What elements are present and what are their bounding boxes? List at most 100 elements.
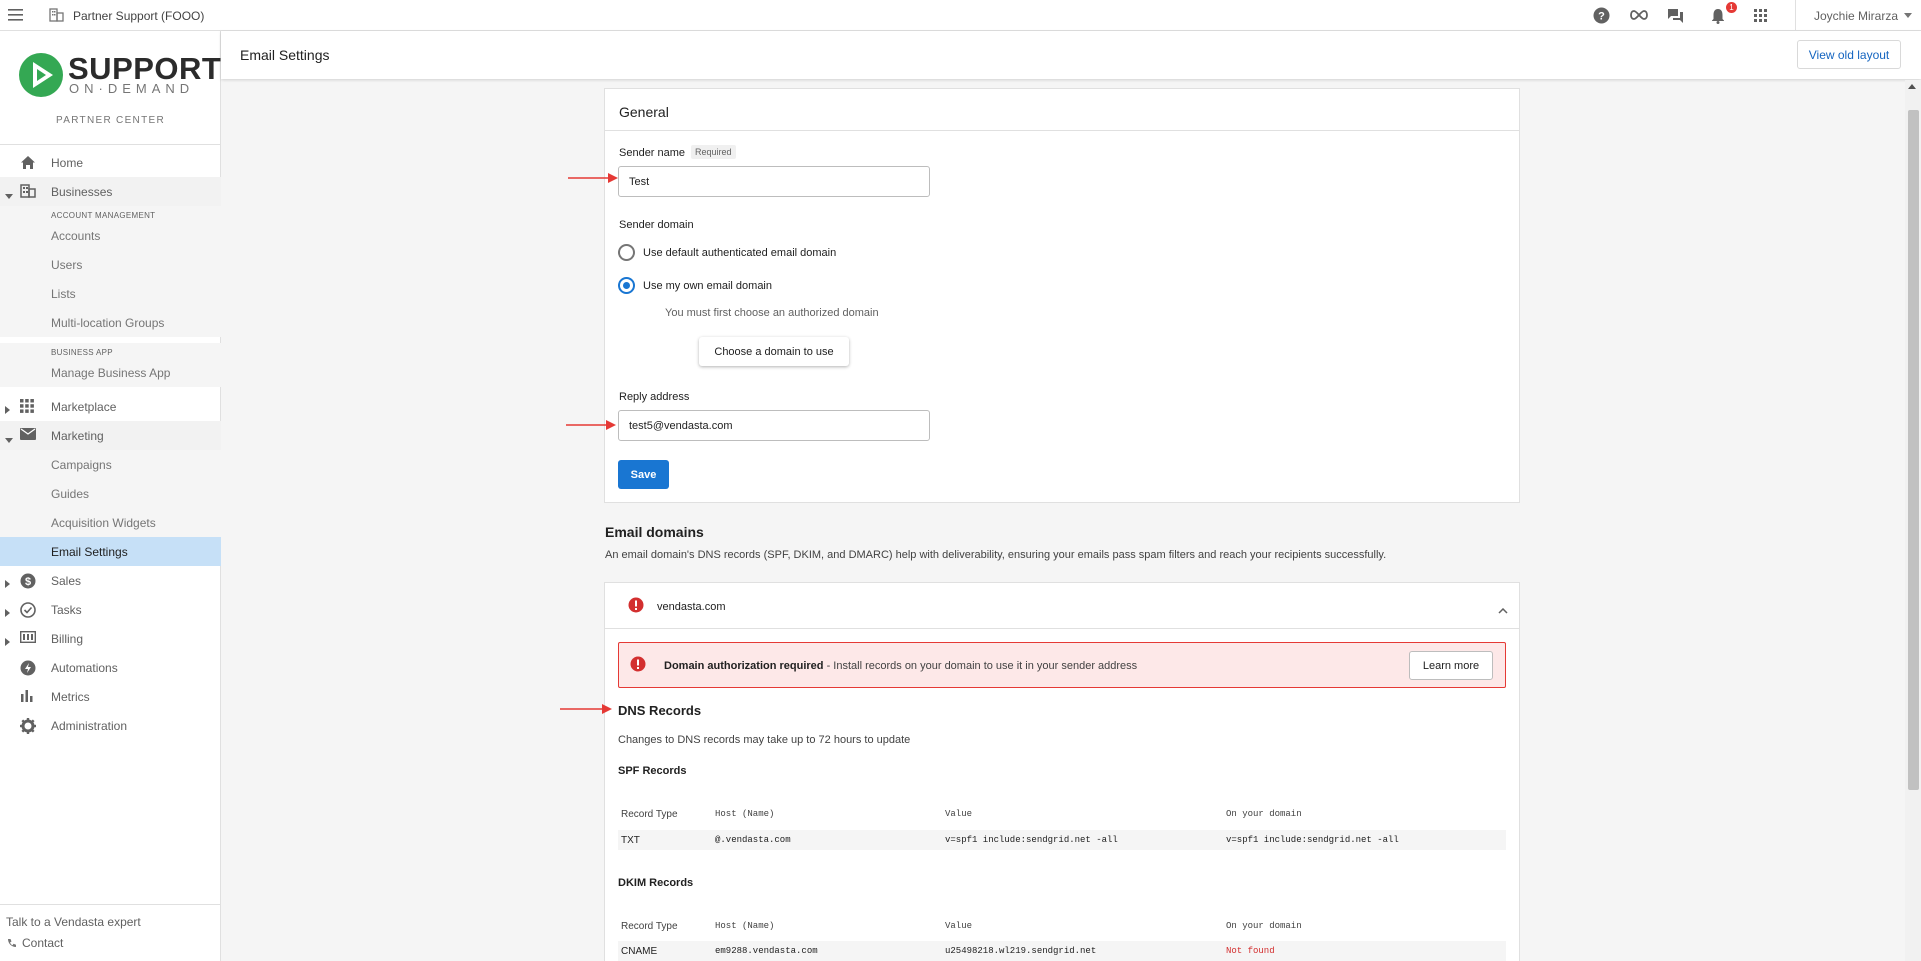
general-title: General: [619, 104, 669, 120]
sidebar-item-label: Businesses: [51, 184, 113, 199]
caret-right-icon: [5, 577, 10, 591]
chevron-down-icon[interactable]: [1904, 13, 1912, 18]
svg-text:?: ?: [1598, 11, 1605, 23]
dns-records-note: Changes to DNS records may take up to 72…: [618, 734, 911, 746]
sidebar-item-accounts[interactable]: Accounts: [0, 221, 221, 250]
domain-row-divider: [605, 628, 1519, 629]
sender-name-label: Sender name: [619, 147, 686, 159]
sidebar-item-guides[interactable]: Guides: [0, 479, 221, 508]
choose-domain-button[interactable]: Choose a domain to use: [699, 337, 849, 366]
sidebar-item-email-settings[interactable]: Email Settings: [0, 537, 221, 566]
alert-body: - Install records on your domain to use …: [823, 660, 1138, 672]
lightning-icon: [20, 660, 36, 679]
menu-icon[interactable]: [8, 9, 23, 21]
table-row: CNAME em9288.vendasta.com u25498218.wl21…: [618, 941, 1506, 961]
record-type: TXT: [621, 835, 640, 846]
bell-icon[interactable]: [1711, 8, 1725, 24]
grid-icon: [20, 399, 34, 416]
sidebar-item-sales[interactable]: $ Sales: [0, 566, 221, 595]
sidebar-item-tasks[interactable]: Tasks: [0, 595, 221, 624]
sidebar-item-manage-business-app[interactable]: Manage Business App: [0, 358, 221, 387]
sidebar-item-label: Metrics: [51, 689, 90, 704]
save-button[interactable]: Save: [618, 460, 669, 489]
infinity-icon[interactable]: [1629, 9, 1649, 21]
sidebar-footer-divider: [0, 904, 221, 905]
chat-icon[interactable]: [1667, 8, 1684, 24]
sidebar-item-label: Billing: [51, 631, 84, 646]
learn-more-button[interactable]: Learn more: [1409, 651, 1493, 680]
sidebar-item-metrics[interactable]: Metrics: [0, 682, 221, 711]
record-value: v=spf1 include:sendgrid.net -all: [945, 835, 1118, 845]
billing-icon: [19, 630, 37, 646]
sidebar-item-label: Campaigns: [51, 458, 112, 472]
sidebar-item-marketplace[interactable]: Marketplace: [0, 392, 221, 421]
domain-name[interactable]: vendasta.com: [657, 601, 725, 613]
page-header: Email Settings View old layout: [221, 31, 1921, 79]
caret-down-icon: [5, 432, 13, 446]
caret-right-icon: [5, 606, 10, 620]
sidebar-item-multi-location-groups[interactable]: Multi-location Groups: [0, 308, 221, 337]
record-host: em9288.vendasta.com: [715, 946, 818, 956]
sidebar-item-automations[interactable]: Automations: [0, 653, 221, 682]
record-value: u25498218.wl219.sendgrid.net: [945, 946, 1097, 956]
help-icon[interactable]: ?: [1593, 7, 1610, 24]
domain-card: vendasta.com Domain authorization requir…: [604, 582, 1520, 961]
record-type: CNAME: [621, 946, 658, 957]
sidebar-item-campaigns[interactable]: Campaigns: [0, 450, 221, 479]
phone-icon: [7, 938, 17, 948]
sidebar-item-billing[interactable]: Billing: [0, 624, 221, 653]
domain-auth-alert: Domain authorization required - Install …: [618, 642, 1506, 688]
reply-address-input[interactable]: [618, 410, 930, 441]
apps-grid-icon[interactable]: [1754, 9, 1767, 22]
email-domains-title: Email domains: [605, 524, 704, 540]
email-domains-description: An email domain's DNS records (SPF, DKIM…: [605, 549, 1387, 561]
talk-to-expert-link[interactable]: Talk to a Vendasta expert: [6, 915, 141, 929]
sidebar-item-administration[interactable]: Administration: [0, 711, 221, 740]
sidebar-item-businesses[interactable]: Businesses: [0, 177, 221, 206]
scroll-up-icon[interactable]: [1908, 84, 1916, 89]
sidebar-item-label: Multi-location Groups: [51, 316, 165, 330]
radio-default-domain-label[interactable]: Use default authenticated email domain: [643, 247, 836, 259]
sender-name-input[interactable]: [618, 166, 930, 197]
sidebar-item-marketing[interactable]: Marketing: [0, 421, 221, 450]
column-header: Host (Name): [715, 809, 775, 819]
mail-icon: [20, 428, 36, 443]
annotation-arrow: [566, 420, 616, 430]
required-badge: Required: [691, 145, 736, 159]
notification-badge: 1: [1726, 2, 1737, 13]
annotation-arrow: [560, 704, 612, 714]
sidebar-item-label: Accounts: [51, 229, 101, 243]
user-menu[interactable]: Joychie Mirarza: [1814, 9, 1898, 23]
chevron-up-icon[interactable]: [1498, 601, 1508, 619]
view-old-layout-button[interactable]: View old layout: [1797, 40, 1901, 69]
dns-records-title: DNS Records: [618, 703, 702, 718]
section-header-business-app: BUSINESS APP: [0, 343, 221, 358]
radio-default-domain[interactable]: [618, 244, 635, 261]
column-header: Record Type: [621, 809, 678, 820]
building-icon: [49, 8, 64, 22]
spf-records-title: SPF Records: [618, 765, 687, 777]
logo[interactable]: SUPPORT ON·DEMAND: [18, 49, 221, 99]
annotation-arrow: [568, 173, 618, 183]
contact-link[interactable]: Contact: [22, 936, 63, 950]
check-circle-icon: [20, 602, 36, 621]
scrollbar-thumb[interactable]: [1908, 110, 1919, 790]
radio-own-domain-label[interactable]: Use my own email domain: [643, 280, 772, 292]
section-header-account-management: ACCOUNT MANAGEMENT: [0, 206, 221, 221]
column-header: On your domain: [1226, 921, 1302, 931]
radio-own-domain[interactable]: [618, 277, 635, 294]
sidebar-item-label: Lists: [51, 287, 76, 301]
caret-down-icon: [5, 188, 13, 202]
sidebar-item-acquisition-widgets[interactable]: Acquisition Widgets: [0, 508, 221, 537]
partner-name[interactable]: Partner Support (FOOO): [73, 9, 204, 23]
sidebar-item-lists[interactable]: Lists: [0, 279, 221, 308]
sidebar-item-users[interactable]: Users: [0, 250, 221, 279]
sidebar-item-home[interactable]: Home: [0, 148, 221, 177]
record-host: @.vendasta.com: [715, 835, 791, 845]
sidebar-item-label: Administration: [51, 718, 128, 733]
error-icon: [628, 597, 644, 618]
dkim-table-header: Record Type Host (Name) Value On your do…: [618, 916, 1506, 936]
column-header: Record Type: [621, 921, 678, 932]
column-header: Host (Name): [715, 921, 775, 931]
logo-sub-text: ON·DEMAND: [69, 81, 195, 96]
